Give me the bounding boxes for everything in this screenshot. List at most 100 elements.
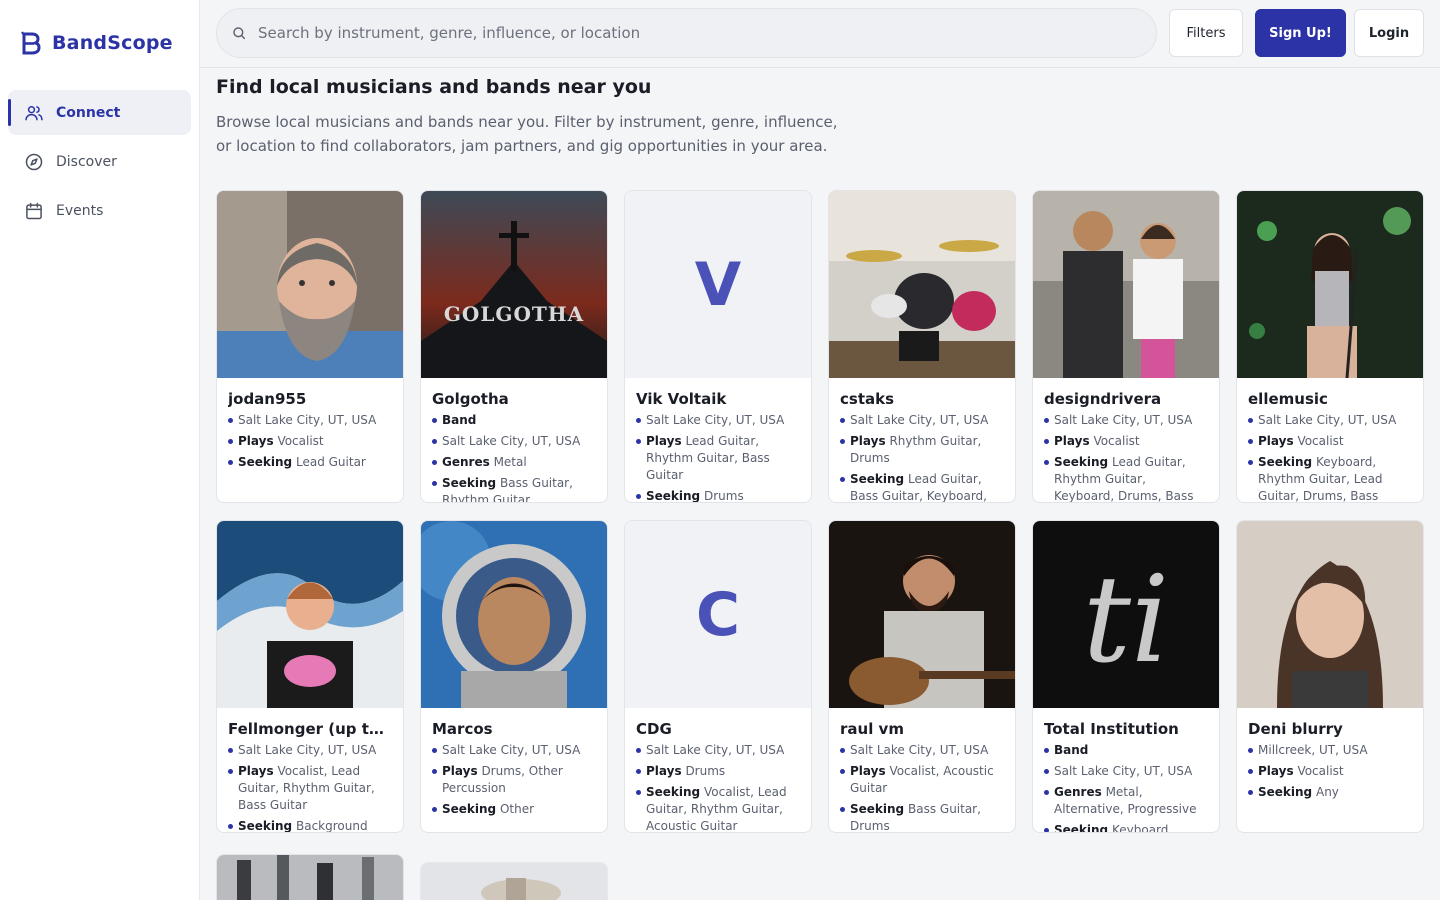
- nav-item-connect[interactable]: Connect: [8, 90, 191, 135]
- musician-name: Total Institution: [1044, 720, 1179, 738]
- detail-label: Plays: [646, 434, 682, 448]
- profile-photo: [1033, 191, 1219, 378]
- photo-bearded-man: [217, 191, 403, 378]
- photo-two-people: [1033, 191, 1219, 378]
- detail-value: Salt Lake City, UT, USA: [1054, 413, 1193, 427]
- musician-card[interactable]: Marcos Salt Lake City, UT, USA Plays Drum…: [420, 520, 608, 833]
- sign-up-button[interactable]: Sign Up!: [1255, 9, 1346, 57]
- musician-card[interactable]: cstaks Salt Lake City, UT, USA Plays Rhyt…: [828, 190, 1016, 503]
- detail-label: Seeking: [1258, 455, 1313, 469]
- musician-name: cstaks: [840, 390, 895, 408]
- detail-value: Any: [1315, 785, 1339, 799]
- card-detail: Plays Rhythm Guitar, Drums: [840, 433, 1004, 467]
- card-detail: Salt Lake City, UT, USA: [1044, 412, 1208, 429]
- search-icon: [233, 27, 246, 40]
- musician-card[interactable]: GOLGOTHA Golgotha Band Salt Lake City, UT…: [420, 190, 608, 503]
- card-detail: Salt Lake City, UT, USA: [840, 742, 1004, 759]
- detail-value: Salt Lake City, UT, USA: [442, 434, 581, 448]
- card-detail: Plays Vocalist: [228, 433, 392, 450]
- card-detail: Genres Metal, Alternative, Progressive: [1044, 784, 1208, 818]
- photo-drum-kit: [829, 191, 1015, 378]
- card-detail: Salt Lake City, UT, USA: [636, 742, 800, 759]
- page-title: Find local musicians and bands near you: [216, 76, 652, 98]
- nav-item-discover[interactable]: Discover: [8, 139, 191, 184]
- card-info: ellemusic Salt Lake City, UT, USA Plays V…: [1237, 378, 1423, 502]
- musician-card[interactable]: Deni blurry Millcreek, UT, USA Plays Voca…: [1236, 520, 1424, 833]
- photo-ti-logo: ti: [1033, 521, 1219, 708]
- musician-card[interactable]: designdrivera Salt Lake City, UT, USA Pla…: [1032, 190, 1220, 503]
- avatar-initial: V: [625, 191, 811, 378]
- detail-value: Drums: [703, 489, 744, 502]
- musician-card[interactable]: Fellmonger (up to c... Salt Lake City, U…: [216, 520, 404, 833]
- musician-card[interactable]: jodan955 Salt Lake City, UT, USA Plays Vo…: [216, 190, 404, 503]
- card-detail: Plays Vocalist, Lead Guitar, Rhythm Guit…: [228, 763, 392, 814]
- detail-label: Plays: [238, 764, 274, 778]
- detail-value: Salt Lake City, UT, USA: [238, 413, 377, 427]
- detail-label: Seeking: [646, 785, 701, 799]
- card-info: raul vm Salt Lake City, UT, USA Plays Voc…: [829, 708, 1015, 832]
- login-button[interactable]: Login: [1354, 9, 1424, 57]
- card-info: jodan955 Salt Lake City, UT, USA Plays Vo…: [217, 378, 403, 502]
- profile-photo: [829, 191, 1015, 378]
- card-detail: Plays Vocalist, Acoustic Guitar: [840, 763, 1004, 797]
- detail-label: Plays: [1258, 434, 1294, 448]
- card-detail: Salt Lake City, UT, USA: [432, 742, 596, 759]
- calendar-icon: [26, 202, 42, 219]
- compass-icon: [25, 153, 43, 170]
- nav-item-events[interactable]: Events: [8, 188, 191, 233]
- card-detail: Seeking Bass Guitar, Rhythm Guitar: [432, 475, 596, 502]
- musician-card[interactable]: raul vm Salt Lake City, UT, USA Plays Voc…: [828, 520, 1016, 833]
- musician-card[interactable]: C CDG Salt Lake City, UT, USA Plays Drums…: [624, 520, 812, 833]
- musician-name: CDG: [636, 720, 672, 738]
- musician-card[interactable]: V Vik Voltaik Salt Lake City, UT, USA Pla…: [624, 190, 812, 503]
- musician-name: Golgotha: [432, 390, 509, 408]
- card-detail: Seeking Keyboard, Rhythm Guitar, Lead Gu…: [1248, 454, 1412, 502]
- detail-label: Plays: [850, 434, 886, 448]
- profile-photo: V: [625, 191, 811, 378]
- detail-value: Salt Lake City, UT, USA: [1258, 413, 1397, 427]
- card-detail: Salt Lake City, UT, USA: [1044, 763, 1208, 780]
- musician-name: Marcos: [432, 720, 493, 738]
- card-detail: Seeking Other: [432, 801, 596, 818]
- musician-name: Vik Voltaik: [636, 390, 727, 408]
- musician-card[interactable]: ellemusic Salt Lake City, UT, USA Plays V…: [1236, 190, 1424, 503]
- card-detail: Salt Lake City, UT, USA: [228, 742, 392, 759]
- detail-label: Plays: [238, 434, 274, 448]
- card-info: CDG Salt Lake City, UT, USA Plays Drums Se…: [625, 708, 811, 832]
- detail-value: Salt Lake City, UT, USA: [238, 743, 377, 757]
- card-detail: Band: [432, 412, 596, 429]
- profile-photo: [217, 521, 403, 708]
- card-info: designdrivera Salt Lake City, UT, USA Pla…: [1033, 378, 1219, 502]
- musician-card-partial[interactable]: [216, 854, 404, 900]
- detail-value: Millcreek, UT, USA: [1258, 743, 1368, 757]
- musician-card[interactable]: ti Total Institution Band Salt Lake City,…: [1032, 520, 1220, 833]
- detail-label: Seeking: [1258, 785, 1313, 799]
- detail-label: Band: [1054, 743, 1089, 757]
- detail-label: Seeking: [442, 476, 497, 490]
- card-detail: Plays Vocalist: [1248, 763, 1412, 780]
- search-input[interactable]: [258, 24, 1138, 42]
- photo-man-wave-mural: [217, 521, 403, 708]
- card-detail: Plays Vocalist: [1044, 433, 1208, 450]
- detail-value: Vocalist: [1093, 434, 1140, 448]
- musician-name: raul vm: [840, 720, 904, 738]
- card-detail: Seeking Lead Guitar, Bass Guitar, Keyboa…: [840, 471, 1004, 502]
- detail-label: Seeking: [238, 455, 293, 469]
- profile-photo: [829, 521, 1015, 708]
- detail-value: Salt Lake City, UT, USA: [850, 413, 989, 427]
- app-logo[interactable]: BandScope: [20, 30, 173, 56]
- card-detail: Seeking Lead Guitar, Rhythm Guitar, Keyb…: [1044, 454, 1208, 502]
- musician-card-partial[interactable]: [420, 862, 608, 900]
- card-detail: Seeking Bass Guitar, Drums: [840, 801, 1004, 832]
- detail-label: Seeking: [850, 472, 905, 486]
- card-detail: Seeking Any: [1248, 784, 1412, 801]
- detail-value: Drums: [685, 764, 726, 778]
- detail-value: Salt Lake City, UT, USA: [646, 743, 785, 757]
- card-info: Vik Voltaik Salt Lake City, UT, USA Plays…: [625, 378, 811, 502]
- photo-guitars-wall: [217, 855, 403, 900]
- detail-label: Seeking: [1054, 823, 1109, 832]
- nav-label: Connect: [56, 104, 121, 121]
- filters-button[interactable]: Filters: [1169, 9, 1243, 57]
- card-info: Total Institution Band Salt Lake City, UT…: [1033, 708, 1219, 832]
- search-bar[interactable]: [216, 8, 1157, 58]
